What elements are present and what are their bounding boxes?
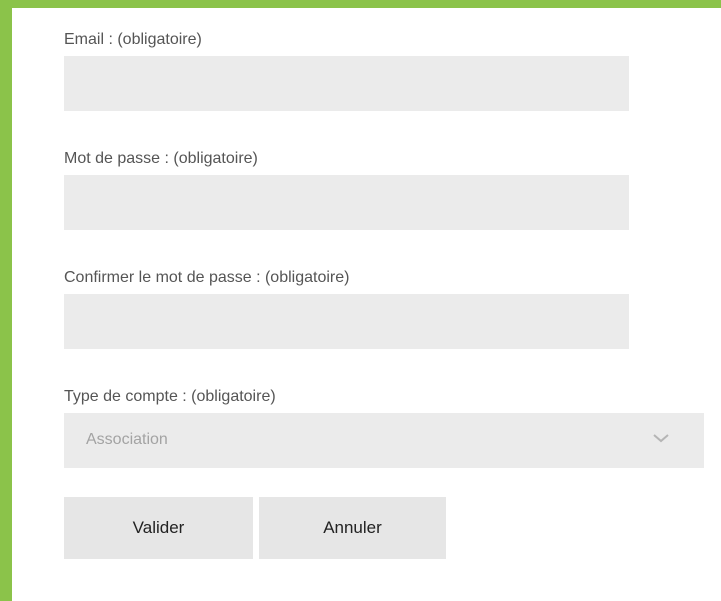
email-field[interactable] bbox=[64, 56, 629, 111]
password-field[interactable] bbox=[64, 175, 629, 230]
password-confirm-label: Confirmer le mot de passe : (obligatoire… bbox=[64, 269, 350, 286]
account-type-selected-value: Association bbox=[86, 431, 168, 448]
submit-button[interactable]: Valider bbox=[64, 497, 253, 559]
account-type-select[interactable]: Association bbox=[64, 413, 704, 468]
frame-border-top bbox=[0, 0, 721, 8]
chevron-down-icon bbox=[653, 434, 669, 443]
account-type-label: Type de compte : (obligatoire) bbox=[64, 388, 276, 405]
password-label: Mot de passe : (obligatoire) bbox=[64, 150, 258, 167]
cancel-button[interactable]: Annuler bbox=[259, 497, 446, 559]
frame-border-left bbox=[0, 0, 12, 601]
password-confirm-field[interactable] bbox=[64, 294, 629, 349]
email-label: Email : (obligatoire) bbox=[64, 31, 202, 48]
